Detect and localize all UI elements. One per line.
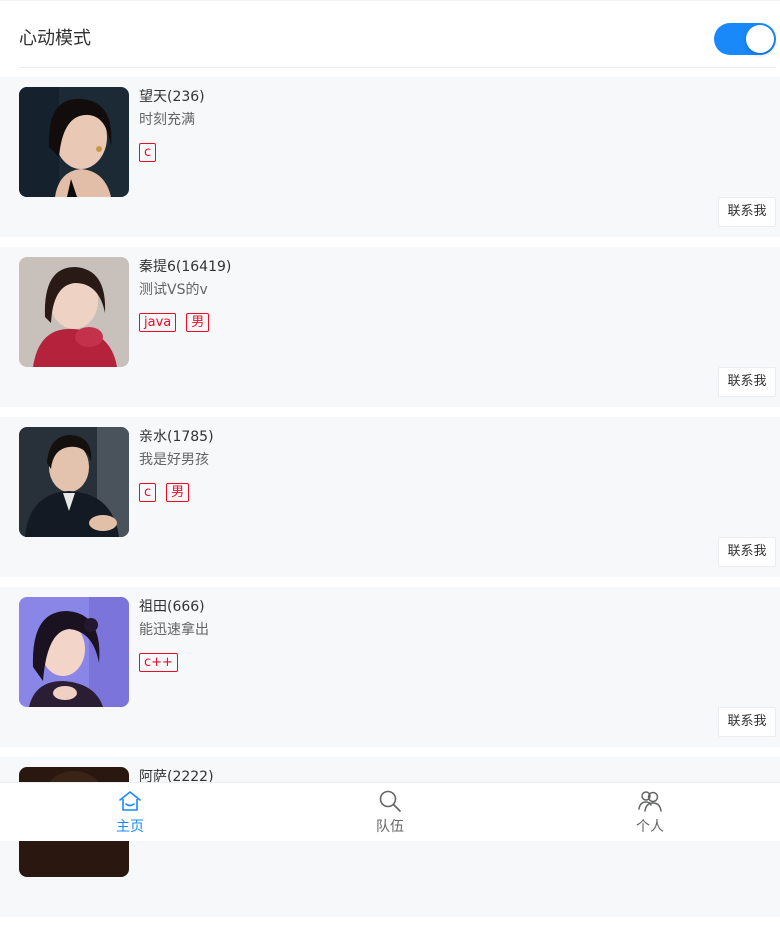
tag: c++ [139,653,178,672]
user-card: 望天(236) 时刻充满 c 联系我 [0,77,780,237]
toggle-knob [746,25,774,53]
tag: 男 [186,313,210,332]
tag: java [139,313,177,332]
user-profile: 时刻充满 [139,112,195,128]
avatar[interactable] [19,257,129,367]
user-card: 秦提6(16419) 测试VS的v java 男 联系我 [0,247,780,407]
contact-button[interactable]: 联系我 [718,197,776,227]
user-profile: 能迅速拿出 [139,622,209,638]
tag-list: java 男 [139,313,210,332]
mode-row: 心动模式 [0,0,780,71]
tab-label: 主页 [116,819,144,835]
contact-button[interactable]: 联系我 [718,367,776,397]
tag-list: c++ [139,653,178,672]
avatar[interactable] [19,427,129,537]
contact-button[interactable]: 联系我 [718,707,776,737]
mode-label: 心动模式 [19,28,91,49]
user-profile: 测试VS的v [139,282,208,298]
user-name: 望天(236) [139,89,205,105]
tag: 男 [166,483,190,502]
tag-list: c [139,143,157,162]
tag: c [139,483,157,502]
home-icon [119,791,141,811]
friends-icon [638,791,662,812]
tab-team[interactable]: 队伍 [260,783,520,841]
user-card: 祖田(666) 能迅速拿出 c++ 联系我 [0,587,780,747]
tab-home[interactable]: 主页 [0,783,260,841]
avatar[interactable] [19,597,129,707]
tab-profile[interactable]: 个人 [520,783,780,841]
tab-label: 队伍 [376,819,404,835]
tabbar: 主页 队伍 个人 [0,782,780,841]
search-icon [379,790,401,812]
user-name: 祖田(666) [139,599,205,615]
user-name: 亲水(1785) [139,429,214,445]
tab-label: 个人 [636,819,664,835]
user-name: 秦提6(16419) [139,259,232,275]
divider [19,67,776,68]
tag-list: c 男 [139,483,190,502]
user-profile: 我是好男孩 [139,452,209,468]
tag: c [139,143,157,162]
contact-button[interactable]: 联系我 [718,537,776,567]
avatar[interactable] [19,87,129,197]
mode-toggle-switch[interactable] [714,23,776,55]
user-card: 亲水(1785) 我是好男孩 c 男 联系我 [0,417,780,577]
